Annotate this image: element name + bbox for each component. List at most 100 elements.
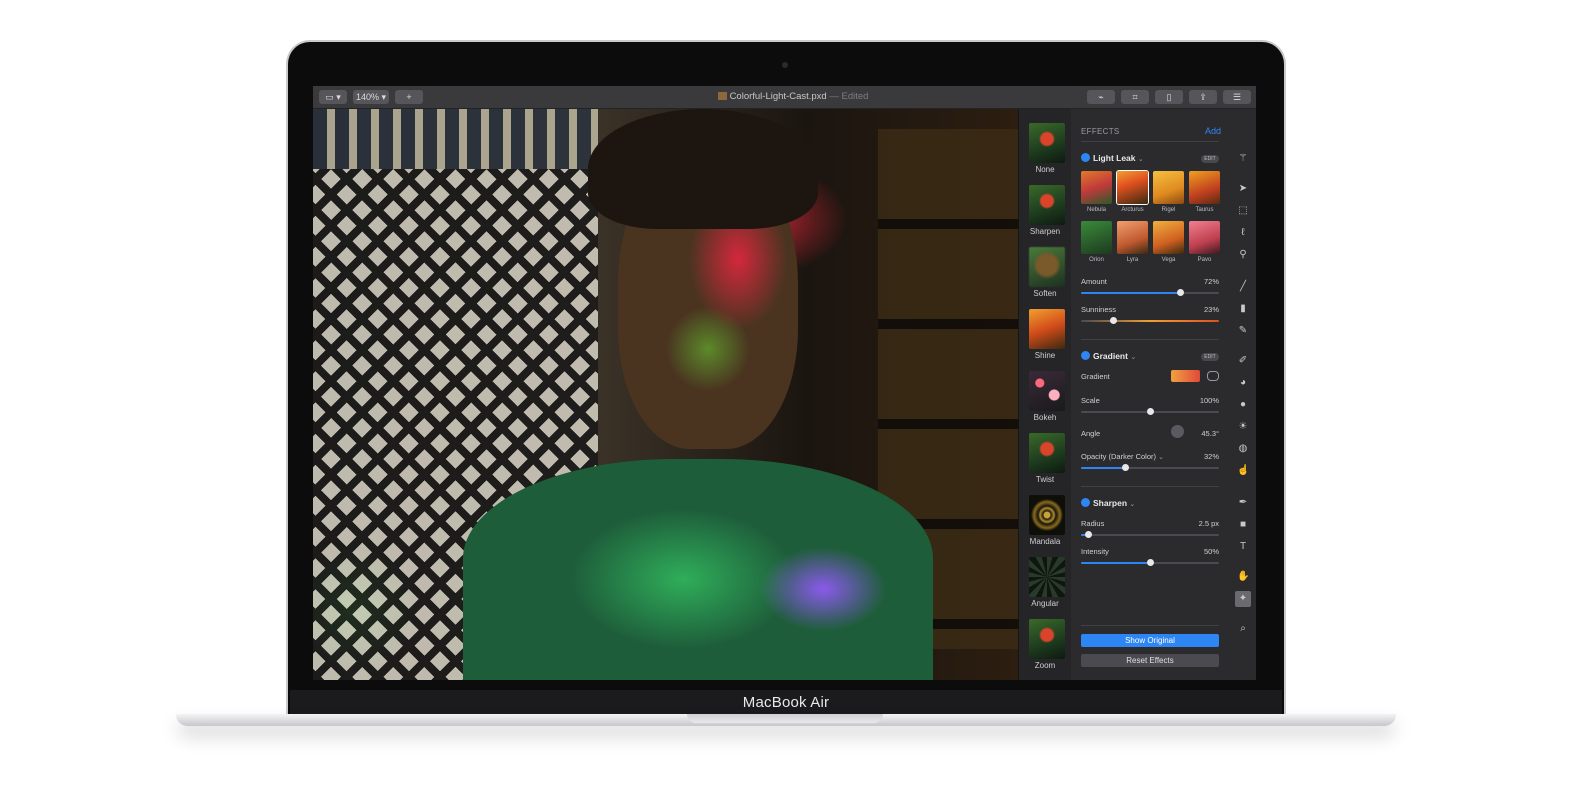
preset-label: Pavo bbox=[1197, 257, 1212, 263]
radius-slider[interactable] bbox=[1081, 531, 1219, 538]
opacity-mode: Opacity (Darker Color) bbox=[1081, 452, 1157, 461]
sharpen-title: Sharpen bbox=[1093, 498, 1128, 508]
checkbox-icon[interactable] bbox=[1081, 498, 1090, 507]
slider-knob[interactable] bbox=[1109, 317, 1117, 324]
amount-slider[interactable] bbox=[1081, 289, 1219, 296]
chevron-down-icon: ⌄ bbox=[1129, 501, 1136, 508]
gradient-edit-button[interactable]: EDIT bbox=[1201, 353, 1219, 361]
effect-thumb-twist[interactable] bbox=[1029, 433, 1065, 473]
opacity-value: 32% bbox=[1203, 452, 1219, 461]
preset-nebula[interactable] bbox=[1081, 171, 1112, 204]
gradient-header[interactable]: Gradient ⌄ bbox=[1081, 351, 1136, 361]
slider-fill bbox=[1081, 467, 1126, 469]
zoom-level-select[interactable]: 140% ▾ bbox=[353, 90, 389, 104]
checkbox-icon[interactable] bbox=[1081, 153, 1090, 162]
effect-thumb-label: Zoom bbox=[1034, 661, 1056, 670]
preset-vega[interactable] bbox=[1153, 221, 1184, 254]
intensity-slider[interactable] bbox=[1081, 559, 1219, 566]
effect-thumbnail-list: None Sharpen Soften Shine Bokeh Twist Ma… bbox=[1019, 109, 1071, 680]
person-shirt bbox=[463, 459, 933, 680]
pen-line-icon[interactable]: ╱ bbox=[1237, 281, 1249, 293]
pen-icon[interactable]: ✒ bbox=[1237, 497, 1249, 509]
divider bbox=[1081, 339, 1219, 340]
preset-lyra[interactable] bbox=[1117, 221, 1148, 254]
pencil-icon[interactable]: ✎ bbox=[1237, 325, 1249, 337]
intensity-value: 50% bbox=[1203, 547, 1219, 556]
preset-pavo[interactable] bbox=[1189, 221, 1220, 254]
effects-inspector: EFFECTS Add Light Leak ⌄ EDIT Nebula Arc… bbox=[1071, 109, 1256, 680]
canvas-photo[interactable] bbox=[313, 109, 1018, 680]
blur-icon[interactable]: ● bbox=[1237, 399, 1249, 411]
crop-icon[interactable]: ⌗ bbox=[1121, 90, 1149, 104]
opacity-label[interactable]: Opacity (Darker Color) ⌄ bbox=[1081, 452, 1164, 461]
clone-icon[interactable]: ◕ bbox=[1237, 377, 1249, 389]
view-mode-button[interactable]: ▭ ▾ bbox=[319, 90, 347, 104]
shape-icon[interactable]: ■ bbox=[1237, 519, 1249, 531]
preset-rigel[interactable] bbox=[1153, 171, 1184, 204]
effect-thumb-mandala[interactable] bbox=[1029, 495, 1065, 535]
swap-icon[interactable] bbox=[1207, 371, 1219, 381]
slider-knob[interactable] bbox=[1122, 464, 1130, 471]
marquee-icon[interactable]: ⬚ bbox=[1237, 205, 1249, 217]
hand-icon[interactable]: ✋ bbox=[1237, 571, 1249, 583]
gradient-label: Gradient bbox=[1081, 372, 1110, 381]
effect-thumb-none[interactable] bbox=[1029, 123, 1065, 163]
scale-slider[interactable] bbox=[1081, 408, 1219, 415]
app-window: ▭ ▾ 140% ▾ + Colorful-Light-Cast.pxd — E… bbox=[313, 86, 1256, 680]
show-original-button[interactable]: Show Original bbox=[1081, 634, 1219, 647]
light-leak-header[interactable]: Light Leak ⌄ bbox=[1081, 153, 1144, 163]
divider bbox=[1081, 486, 1219, 487]
document-status: — Edited bbox=[829, 91, 869, 102]
sunniness-slider[interactable] bbox=[1081, 317, 1219, 324]
light-leak-edit-button[interactable]: EDIT bbox=[1201, 155, 1219, 163]
slider-knob[interactable] bbox=[1147, 408, 1154, 415]
preset-label: Orion bbox=[1089, 257, 1104, 263]
title-bar: ▭ ▾ 140% ▾ + Colorful-Light-Cast.pxd — E… bbox=[313, 86, 1256, 109]
arrow-icon[interactable]: ➤ bbox=[1237, 183, 1249, 195]
document-icon[interactable]: ▯ bbox=[1155, 90, 1183, 104]
preset-arcturus[interactable] bbox=[1117, 171, 1148, 204]
effect-thumb-angular[interactable] bbox=[1029, 557, 1065, 597]
slider-knob[interactable] bbox=[1177, 289, 1185, 296]
gradient-swatch[interactable] bbox=[1171, 370, 1200, 382]
add-effect-button[interactable]: Add bbox=[1205, 126, 1221, 136]
preset-label: Arcturus bbox=[1121, 207, 1144, 213]
person-hair bbox=[588, 109, 818, 229]
smudge-icon[interactable]: ☝ bbox=[1237, 465, 1249, 477]
preset-label: Lyra bbox=[1126, 257, 1139, 263]
effect-thumb-label: Soften bbox=[1033, 289, 1057, 298]
preset-taurus[interactable] bbox=[1189, 171, 1220, 204]
text-icon[interactable]: T bbox=[1237, 541, 1249, 553]
angle-dial[interactable] bbox=[1171, 425, 1184, 438]
sponge-icon[interactable]: ◍ bbox=[1237, 443, 1249, 455]
amount-value: 72% bbox=[1203, 277, 1219, 286]
slider-knob[interactable] bbox=[1084, 531, 1092, 538]
effect-thumb-bokeh[interactable] bbox=[1029, 371, 1065, 411]
zoom-icon[interactable]: ⌕ bbox=[1237, 623, 1249, 635]
checkbox-icon[interactable] bbox=[1081, 351, 1090, 360]
eraser-icon[interactable]: ✐ bbox=[1237, 355, 1249, 367]
preset-orion[interactable] bbox=[1081, 221, 1112, 254]
opacity-slider[interactable] bbox=[1081, 464, 1219, 471]
add-button[interactable]: + bbox=[395, 90, 423, 104]
light-icon[interactable]: ☀ bbox=[1237, 421, 1249, 433]
effect-thumb-soften[interactable] bbox=[1029, 247, 1065, 287]
slider-knob[interactable] bbox=[1147, 559, 1154, 566]
sunniness-label: Sunniness bbox=[1081, 305, 1117, 314]
magic-wand-icon[interactable]: ⚚ bbox=[1237, 153, 1249, 165]
effect-thumb-zoom[interactable] bbox=[1029, 619, 1065, 659]
effect-thumb-label: Mandala bbox=[1029, 537, 1061, 546]
effects-icon[interactable]: ✦ bbox=[1235, 591, 1251, 607]
share-icon[interactable]: ⇪ bbox=[1189, 90, 1217, 104]
effect-thumb-shine[interactable] bbox=[1029, 309, 1065, 349]
sharpen-header[interactable]: Sharpen ⌄ bbox=[1081, 498, 1135, 508]
slider-fill bbox=[1081, 292, 1181, 294]
effect-thumb-sharpen[interactable] bbox=[1029, 185, 1065, 225]
brush-icon[interactable]: ⌁ bbox=[1087, 90, 1115, 104]
bucket-icon[interactable]: ▮ bbox=[1237, 303, 1249, 315]
light-leak-title: Light Leak bbox=[1093, 153, 1136, 163]
reset-effects-button[interactable]: Reset Effects bbox=[1081, 654, 1219, 667]
eyedropper-icon[interactable]: ⚲ bbox=[1237, 249, 1249, 261]
lasso-icon[interactable]: ℓ bbox=[1237, 227, 1249, 239]
adjust-icon[interactable]: ☰ bbox=[1223, 90, 1251, 104]
